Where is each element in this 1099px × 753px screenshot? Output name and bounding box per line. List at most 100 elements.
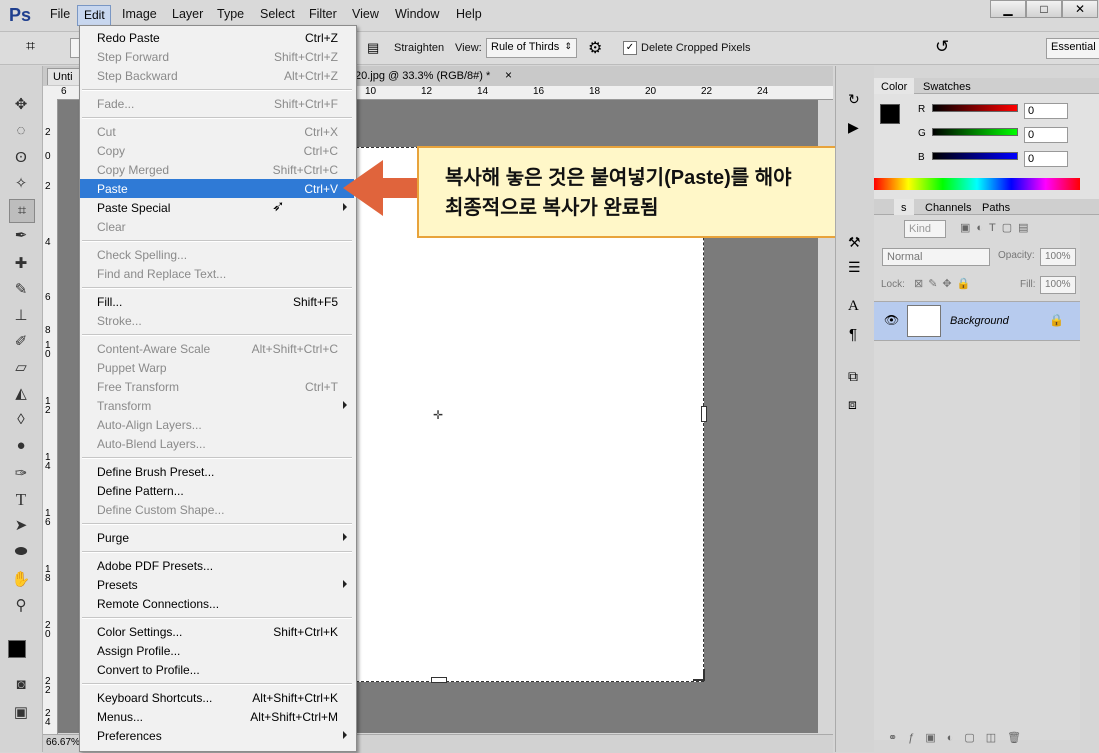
hand-tool-icon[interactable]: ✋ [9, 569, 33, 591]
clone-source-icon[interactable]: ⚒ [848, 234, 861, 251]
zoom-tool-icon[interactable]: ⚲ [9, 595, 33, 617]
menu-item-cut[interactable]: Cut Ctrl+X [80, 122, 354, 141]
healing-brush-tool-icon[interactable]: ✚ [9, 253, 33, 275]
menu-item-paste-special[interactable]: Paste Special [80, 198, 354, 217]
menu-item-auto-blend-layers[interactable]: Auto-Blend Layers... [80, 434, 354, 453]
crop-handle-right[interactable] [701, 406, 707, 422]
lasso-tool-icon[interactable]: ʘ [9, 147, 33, 169]
dodge-tool-icon[interactable]: ● [9, 435, 33, 457]
menu-help[interactable]: Help [456, 7, 482, 21]
menu-item-copy-merged[interactable]: Copy Merged Shift+Ctrl+C [80, 160, 354, 179]
menu-select[interactable]: Select [260, 7, 295, 21]
paragraph-panel-icon[interactable]: ¶ [849, 326, 857, 343]
menu-image[interactable]: Image [122, 7, 157, 21]
gear-icon[interactable]: ⚙ [588, 38, 602, 58]
menu-item-define-pattern[interactable]: Define Pattern... [80, 481, 354, 500]
layer-row-background[interactable]: 👁 Background 🔒 [874, 301, 1080, 341]
menu-item-define-brush-preset[interactable]: Define Brush Preset... [80, 462, 354, 481]
menu-item-purge[interactable]: Purge [80, 528, 354, 547]
menu-layer[interactable]: Layer [172, 7, 203, 21]
menu-view[interactable]: View [352, 7, 379, 21]
adjustments-icon[interactable]: ☰ [848, 259, 861, 276]
menu-item-step-backward[interactable]: Step Backward Alt+Ctrl+Z [80, 66, 354, 85]
reset-icon[interactable]: ↺ [935, 37, 949, 57]
menu-item-keyboard-shortcuts[interactable]: Keyboard Shortcuts... Alt+Shift+Ctrl+K [80, 688, 354, 707]
menu-item-preferences[interactable]: Preferences [80, 726, 354, 745]
tab-close-icon[interactable]: × [505, 68, 512, 82]
menu-item-find-and-replace-text[interactable]: Find and Replace Text... [80, 264, 354, 283]
layer-name[interactable]: Background [950, 315, 1009, 327]
menu-item-step-forward[interactable]: Step Forward Shift+Ctrl+Z [80, 47, 354, 66]
close-window-button[interactable]: ✕ [1062, 0, 1098, 18]
fill-input[interactable]: 100% [1040, 276, 1076, 294]
menu-window[interactable]: Window [395, 7, 439, 21]
menu-item-copy[interactable]: Copy Ctrl+C [80, 141, 354, 160]
eyedropper-tool-icon[interactable]: ✒ [9, 225, 33, 247]
minimize-button[interactable]: ▁ [990, 0, 1026, 18]
brush-tool-icon[interactable]: ✎ [9, 279, 33, 301]
crop-handle-bottom[interactable] [431, 677, 447, 683]
menu-item-transform[interactable]: Transform [80, 396, 354, 415]
menu-item-color-settings[interactable]: Color Settings... Shift+Ctrl+K [80, 622, 354, 641]
menu-item-remote-connections[interactable]: Remote Connections... [80, 594, 354, 613]
menu-item-fill[interactable]: Fill... Shift+F5 [80, 292, 354, 311]
screen-mode-icon[interactable]: ▣ [9, 702, 33, 724]
ellipse-tool-icon[interactable]: ⬬ [9, 541, 33, 563]
blend-mode-select[interactable]: Normal [882, 248, 990, 266]
workspace-select[interactable]: Essential [1046, 38, 1099, 59]
marquee-tool-icon[interactable]: ◌ [9, 120, 33, 142]
menu-item-adobe-pdf-presets[interactable]: Adobe PDF Presets... [80, 556, 354, 575]
menu-item-presets[interactable]: Presets [80, 575, 354, 594]
paragraph-styles-icon[interactable]: ⧈ [848, 396, 857, 413]
green-slider[interactable] [932, 128, 1018, 136]
layer-actions-icons[interactable]: ⚭ƒ▣◐▢◫🗑 [888, 731, 1032, 744]
move-tool-icon[interactable]: ✥ [9, 94, 33, 116]
crop-handle-corner[interactable] [693, 669, 705, 681]
menu-type[interactable]: Type [217, 7, 244, 21]
history-panel-icon[interactable]: ↻ [848, 91, 860, 108]
menu-item-free-transform[interactable]: Free Transform Ctrl+T [80, 377, 354, 396]
menu-edit[interactable]: Edit [77, 5, 111, 26]
history-brush-tool-icon[interactable]: ✐ [9, 331, 33, 353]
layer-filter-select[interactable]: Kind [904, 220, 946, 238]
red-slider[interactable] [932, 104, 1018, 112]
eraser-tool-icon[interactable]: ▱ [9, 357, 33, 379]
blue-value-input[interactable]: 0 [1024, 151, 1068, 167]
menu-item-stroke[interactable]: Stroke... [80, 311, 354, 330]
menu-item-content-aware-scale[interactable]: Content-Aware Scale Alt+Shift+Ctrl+C [80, 339, 354, 358]
actions-panel-icon[interactable]: ▶ [848, 119, 859, 136]
foreground-color-swatch[interactable] [880, 104, 900, 124]
character-styles-icon[interactable]: ⧉ [848, 368, 858, 385]
clone-stamp-tool-icon[interactable]: ⊥ [9, 305, 33, 327]
color-spectrum-ramp[interactable] [874, 178, 1080, 190]
type-tool-icon[interactable]: T [9, 489, 33, 511]
paint-bucket-tool-icon[interactable]: ◭ [9, 383, 33, 405]
straighten-label[interactable]: Straighten [394, 42, 444, 54]
menu-item-define-custom-shape[interactable]: Define Custom Shape... [80, 500, 354, 519]
menu-item-assign-profile[interactable]: Assign Profile... [80, 641, 354, 660]
path-select-tool-icon[interactable]: ➤ [9, 515, 33, 537]
green-value-input[interactable]: 0 [1024, 127, 1068, 143]
zoom-level[interactable]: 66.67% [46, 737, 80, 748]
straighten-icon[interactable]: ▤ [367, 40, 379, 56]
foreground-color-swatch[interactable] [8, 640, 26, 658]
character-panel-icon[interactable]: A [848, 298, 859, 315]
crop-tool-icon[interactable]: ⌗ [9, 199, 35, 223]
menu-item-convert-to-profile[interactable]: Convert to Profile... [80, 660, 354, 679]
menu-filter[interactable]: Filter [309, 7, 337, 21]
lock-icons[interactable]: ⊠✎✥🔒 [914, 277, 975, 290]
view-overlay-select[interactable]: Rule of Thirds ⇕ [486, 38, 577, 58]
menu-file[interactable]: File [50, 7, 70, 21]
opacity-input[interactable]: 100% [1040, 248, 1076, 266]
blue-slider[interactable] [932, 152, 1018, 160]
quick-mask-icon[interactable]: ◙ [9, 674, 33, 696]
visibility-eye-icon[interactable]: 👁 [884, 313, 899, 327]
menu-item-menus[interactable]: Menus... Alt+Shift+Ctrl+M [80, 707, 354, 726]
menu-item-fade[interactable]: Fade... Shift+Ctrl+F [80, 94, 354, 113]
delete-cropped-checkbox[interactable]: ✓ [623, 41, 637, 55]
blur-tool-icon[interactable]: ◊ [9, 409, 33, 431]
menu-item-puppet-warp[interactable]: Puppet Warp [80, 358, 354, 377]
menu-item-clear[interactable]: Clear [80, 217, 354, 236]
menu-item-redo-paste[interactable]: Redo Paste Ctrl+Z [80, 28, 354, 47]
menu-item-check-spelling[interactable]: Check Spelling... [80, 245, 354, 264]
